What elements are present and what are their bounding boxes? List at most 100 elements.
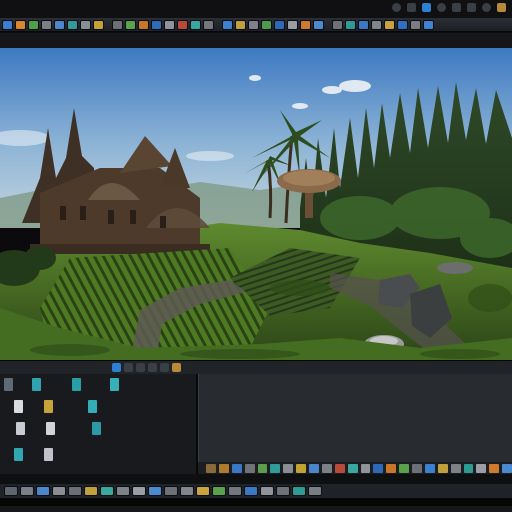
details-strip-icon[interactable] <box>373 463 384 473</box>
asset-teal-icon[interactable] <box>72 378 81 391</box>
blue-tool-icon[interactable] <box>358 19 369 30</box>
details-strip-icon[interactable] <box>244 463 255 473</box>
details-strip-icon[interactable] <box>502 463 512 473</box>
grey-tool-icon[interactable] <box>164 19 175 30</box>
bottom-toolbar-icon[interactable] <box>36 486 50 496</box>
grey-tool-icon[interactable] <box>112 19 123 30</box>
details-strip-icon[interactable] <box>218 463 229 473</box>
green-tool-icon[interactable] <box>261 19 272 30</box>
viewport-option-icon[interactable] <box>136 363 145 372</box>
bottom-toolbar-icon[interactable] <box>244 486 258 496</box>
asset-white-icon[interactable] <box>14 400 23 413</box>
viewport-option-icon[interactable] <box>160 363 169 372</box>
bottom-toolbar-icon[interactable] <box>292 486 306 496</box>
details-strip-icon[interactable] <box>450 463 461 473</box>
grey-tool-icon[interactable] <box>80 19 91 30</box>
details-strip-icon[interactable] <box>321 463 332 473</box>
details-strip-icon[interactable] <box>296 463 306 473</box>
asset-yellow-icon[interactable] <box>44 400 53 413</box>
grey-tool-icon[interactable] <box>410 19 421 30</box>
blue-status-icon[interactable] <box>422 3 431 12</box>
red-tool-icon[interactable] <box>177 19 188 30</box>
details-strip-icon[interactable] <box>360 463 371 473</box>
blue-tool-icon[interactable] <box>54 19 65 30</box>
green-tool-icon[interactable] <box>28 19 39 30</box>
details-strip-icon[interactable] <box>463 463 474 473</box>
bottom-toolbar-icon[interactable] <box>308 486 322 496</box>
details-strip-icon[interactable] <box>347 463 358 473</box>
settings-icon[interactable] <box>407 3 416 12</box>
yellow-tool-icon[interactable] <box>384 19 395 30</box>
pointer-icon[interactable] <box>452 3 461 12</box>
level-viewport[interactable] <box>0 48 512 360</box>
bottom-toolbar-icon[interactable] <box>148 486 162 496</box>
green-tool-icon[interactable] <box>125 19 136 30</box>
blue-tool-icon[interactable] <box>397 19 408 30</box>
grey-tool-icon[interactable] <box>41 19 52 30</box>
bottom-toolbar-icon[interactable] <box>68 486 82 496</box>
details-strip-icon[interactable] <box>309 463 319 473</box>
bottom-toolbar-icon[interactable] <box>276 486 290 496</box>
bottom-toolbar-icon[interactable] <box>196 486 210 496</box>
details-strip-icon[interactable] <box>412 463 422 473</box>
asset-teal-icon[interactable] <box>32 378 41 391</box>
blue-tool-icon[interactable] <box>151 19 162 30</box>
bottom-toolbar-icon[interactable] <box>212 486 226 496</box>
bottom-toolbar-icon[interactable] <box>4 486 18 496</box>
details-strip-icon[interactable] <box>489 463 500 473</box>
orange-tool-icon[interactable] <box>300 19 311 30</box>
blue-tool-icon[interactable] <box>222 19 233 30</box>
teal-tool-icon[interactable] <box>345 19 356 30</box>
details-strip-icon[interactable] <box>231 463 242 473</box>
bottom-toolbar-icon[interactable] <box>116 486 130 496</box>
blue-tool-icon[interactable] <box>313 19 324 30</box>
blue-tool-icon[interactable] <box>274 19 285 30</box>
viewport-option-icon[interactable] <box>124 363 133 372</box>
blue-tool-icon[interactable] <box>423 19 434 30</box>
asset-white-icon[interactable] <box>46 422 55 435</box>
window-icon[interactable] <box>497 3 506 12</box>
blue-gradient-icon[interactable] <box>2 19 13 30</box>
viewport-mode-icon[interactable] <box>112 363 121 372</box>
details-strip-icon[interactable] <box>437 463 448 473</box>
bottom-toolbar-icon[interactable] <box>132 486 146 496</box>
asset-teal-icon[interactable] <box>88 400 97 413</box>
bottom-toolbar-icon[interactable] <box>84 486 98 496</box>
details-strip-icon[interactable] <box>386 463 397 473</box>
grey-tool-icon[interactable] <box>203 19 214 30</box>
bottom-toolbar-icon[interactable] <box>180 486 194 496</box>
asset-teal-icon[interactable] <box>110 378 119 391</box>
teal-tool-icon[interactable] <box>67 19 78 30</box>
bottom-toolbar-icon[interactable] <box>100 486 114 496</box>
yellow-tool-icon[interactable] <box>93 19 104 30</box>
grey-tool-icon[interactable] <box>371 19 382 30</box>
bottom-toolbar-icon[interactable] <box>52 486 66 496</box>
details-strip-icon[interactable] <box>283 463 294 473</box>
bottom-toolbar-icon[interactable] <box>228 486 242 496</box>
orange-tool-icon[interactable] <box>15 19 26 30</box>
details-strip-icon[interactable] <box>206 463 216 473</box>
details-strip-icon[interactable] <box>476 463 487 473</box>
play-icon[interactable] <box>467 3 476 12</box>
warning-icon[interactable] <box>482 3 491 12</box>
bottom-toolbar-icon[interactable] <box>164 486 178 496</box>
dropdown-icon[interactable] <box>392 3 401 12</box>
details-strip-icon[interactable] <box>334 463 345 473</box>
viewport-option-icon[interactable] <box>172 363 181 372</box>
teal-tool-icon[interactable] <box>190 19 201 30</box>
search-icon[interactable] <box>437 3 446 12</box>
viewport-option-icon[interactable] <box>148 363 157 372</box>
grey-tool-icon[interactable] <box>287 19 298 30</box>
asset-teal-icon[interactable] <box>92 422 101 435</box>
grey-tool-icon[interactable] <box>332 19 343 30</box>
asset-white-icon[interactable] <box>16 422 25 435</box>
details-strip-icon[interactable] <box>257 463 268 473</box>
grey-tool-icon[interactable] <box>248 19 259 30</box>
asset-teal-icon[interactable] <box>14 448 23 461</box>
orange-tool-icon[interactable] <box>138 19 149 30</box>
bottom-toolbar-icon[interactable] <box>260 486 274 496</box>
details-strip-icon[interactable] <box>270 463 281 473</box>
asset-white-icon[interactable] <box>44 448 53 461</box>
details-strip-icon[interactable] <box>399 463 409 473</box>
bottom-toolbar-icon[interactable] <box>20 486 34 496</box>
